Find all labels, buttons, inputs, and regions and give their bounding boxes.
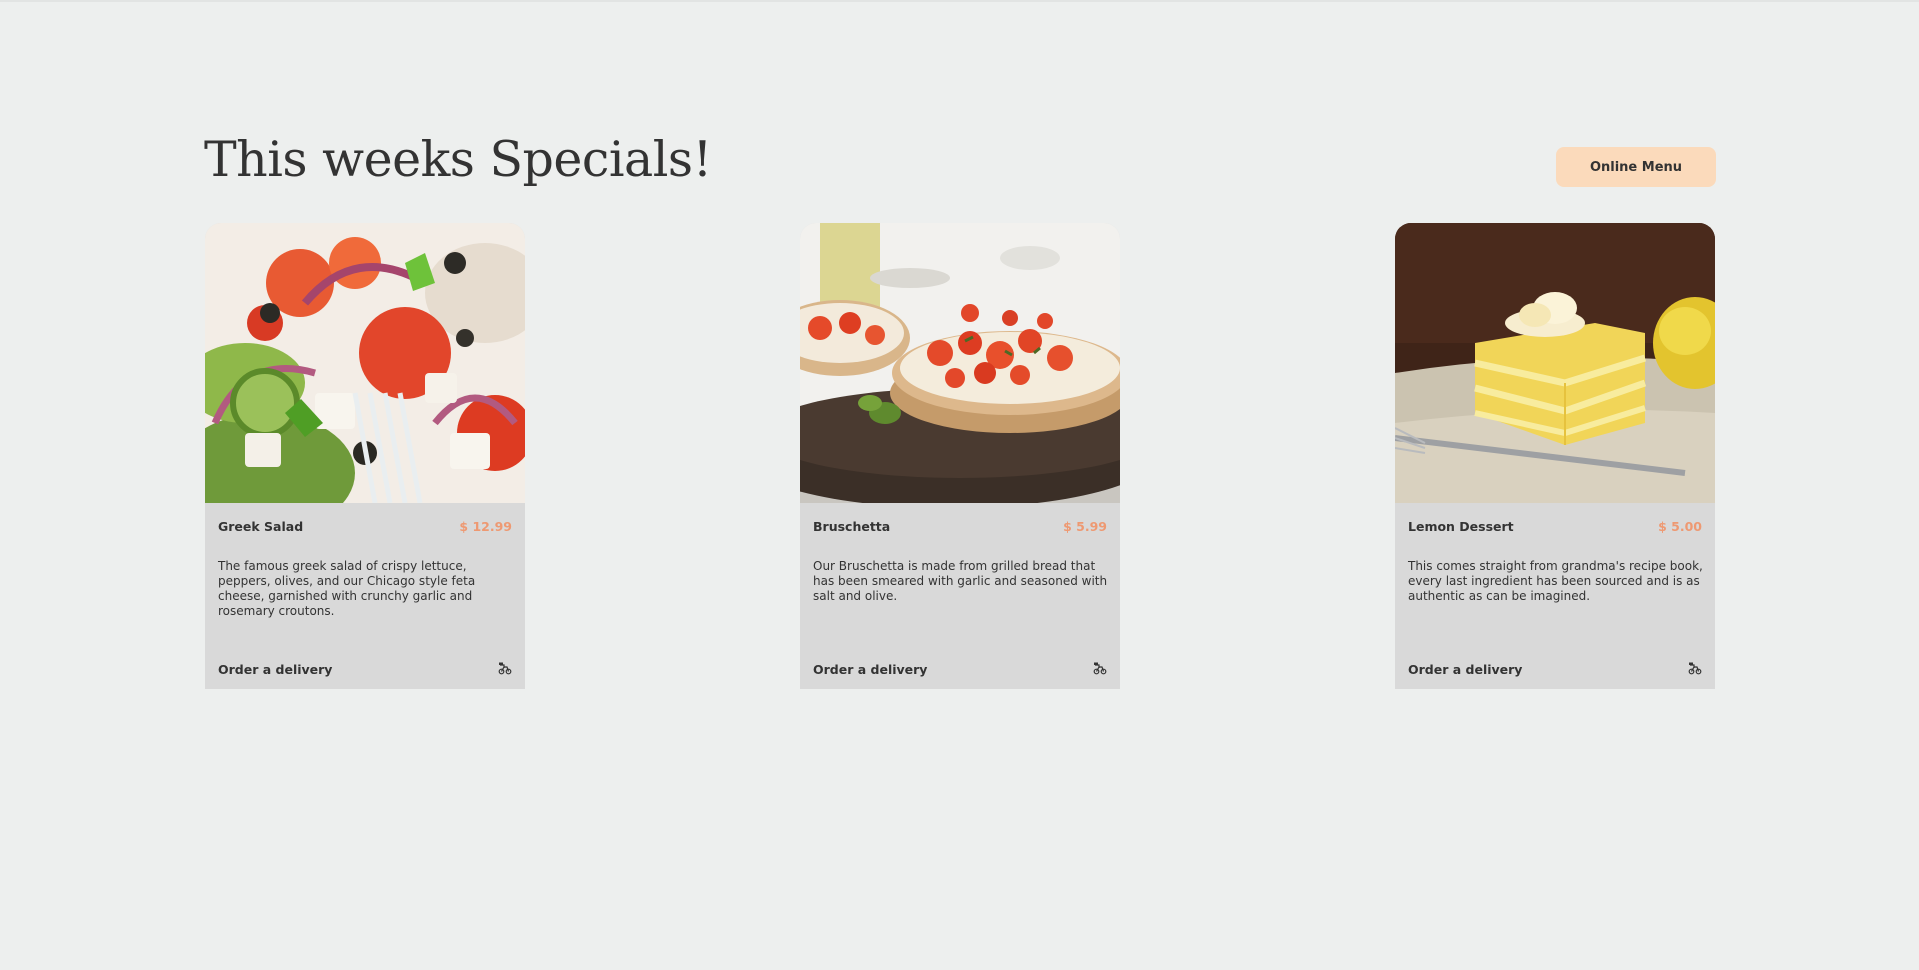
- order-delivery-link[interactable]: Order a delivery: [813, 662, 927, 677]
- card-description: This comes straight from grandma's recip…: [1408, 559, 1703, 603]
- special-card-lemon-dessert: Lemon Dessert $ 5.00 This comes straight…: [1395, 223, 1715, 689]
- card-price: $ 12.99: [459, 519, 512, 534]
- bruschetta-image: [800, 223, 1120, 503]
- card-title: Bruschetta: [813, 519, 891, 534]
- order-delivery-link[interactable]: Order a delivery: [218, 662, 332, 677]
- card-price: $ 5.99: [1063, 519, 1107, 534]
- order-delivery-link[interactable]: Order a delivery: [1408, 662, 1522, 677]
- special-card-bruschetta: Bruschetta $ 5.99 Our Bruschetta is made…: [800, 223, 1120, 689]
- specials-title: This weeks Specials!: [204, 131, 712, 188]
- lemon-dessert-image: [1395, 223, 1715, 503]
- card-description: Our Bruschetta is made from grilled brea…: [813, 559, 1108, 603]
- card-title: Greek Salad: [218, 519, 304, 534]
- card-price: $ 5.00: [1658, 519, 1702, 534]
- delivery-bike-icon[interactable]: [1688, 661, 1702, 675]
- online-menu-button[interactable]: Online Menu: [1556, 147, 1716, 187]
- card-title: Lemon Dessert: [1408, 519, 1514, 534]
- top-divider: [0, 0, 1919, 2]
- delivery-bike-icon[interactable]: [498, 661, 512, 675]
- special-card-greek-salad: Greek Salad $ 12.99 The famous greek sal…: [205, 223, 525, 689]
- greek-salad-image: [205, 223, 525, 503]
- card-description: The famous greek salad of crispy lettuce…: [218, 559, 476, 618]
- delivery-bike-icon[interactable]: [1093, 661, 1107, 675]
